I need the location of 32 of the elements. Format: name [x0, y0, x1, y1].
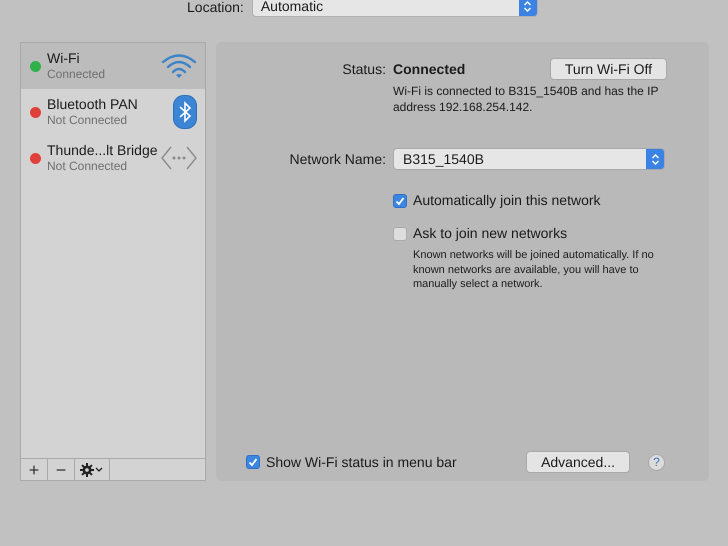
status-value: Connected — [393, 60, 466, 79]
show-status-label: Show Wi-Fi status in menu bar — [266, 454, 457, 470]
stepper-icon — [523, 0, 532, 12]
service-status: Not Connected — [47, 113, 128, 128]
service-item[interactable]: Bluetooth PAN Not Connected — [21, 89, 205, 135]
option-label: Automatically join this network — [413, 192, 601, 209]
wifi-icon — [161, 52, 197, 80]
option-label: Ask to join new networks — [413, 225, 568, 242]
service-name: Wi-Fi — [47, 50, 81, 67]
checkbox[interactable] — [393, 226, 407, 240]
location-label: Location: — [187, 0, 244, 15]
status-label: Status: — [341, 60, 386, 79]
options-note: Known networks will be joined automatically. If no known networks are available, you will have to manually select a network. — [413, 248, 655, 292]
checkbox[interactable] — [393, 194, 407, 208]
location-popup[interactable]: Automatic — [252, 0, 538, 17]
service-name: Thunde...lt Bridge — [47, 142, 155, 159]
service-status: Not Connected — [47, 159, 128, 174]
network-name-label: Network Name: — [288, 150, 386, 169]
help-button[interactable]: ? — [648, 454, 665, 470]
settings-icon — [80, 462, 104, 476]
checkbox[interactable] — [246, 455, 260, 469]
bluetooth-icon — [173, 95, 197, 129]
turn-wifi-off-button[interactable]: Turn Wi-Fi Off — [550, 58, 667, 80]
service-status: Connected — [47, 67, 106, 82]
service-item[interactable]: Thunde...lt Bridge Not Connected — [21, 135, 205, 181]
service-item[interactable]: Wi-Fi Connected — [21, 43, 205, 89]
network-bridge-icon — [161, 145, 197, 171]
service-name: Bluetooth PAN — [47, 96, 139, 113]
stepper-icon — [650, 152, 660, 166]
advanced-button[interactable]: Advanced... — [526, 451, 630, 473]
status-description: Wi-Fi is connected to B315_1540B and has the IP address 192.168.254.142. — [393, 83, 660, 115]
network-name-popup[interactable]: B315_1540B — [393, 148, 665, 170]
